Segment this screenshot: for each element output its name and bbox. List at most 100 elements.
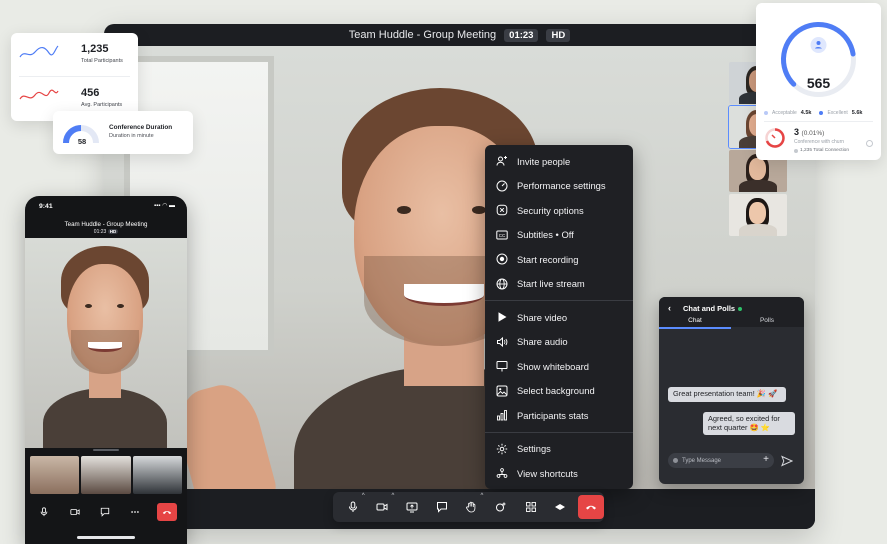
- chat-message: Agreed, so excited for next quarter 🤩 ⭐: [703, 412, 795, 436]
- gauge-icon: [496, 180, 508, 192]
- menu-item-view-shortcuts[interactable]: View shortcuts: [485, 461, 633, 486]
- add-attachment-icon[interactable]: +: [763, 454, 769, 465]
- microphone-button[interactable]: ^: [338, 493, 368, 519]
- menu-item-select-background[interactable]: Select background: [485, 379, 633, 404]
- camera-button[interactable]: ^: [368, 493, 398, 519]
- phone-chat-button[interactable]: [96, 503, 114, 521]
- menu-item-label: Share video: [517, 311, 568, 323]
- cc-icon: CC: [496, 229, 508, 241]
- chat-message-input[interactable]: Type Message +: [668, 453, 774, 468]
- duration-value: 58: [77, 137, 87, 146]
- churn-gauge: [765, 128, 785, 148]
- acceptable-label: Acceptable: [772, 110, 797, 116]
- raise-hand-button[interactable]: ^: [457, 493, 487, 519]
- end-call-button[interactable]: [578, 495, 604, 519]
- participant-thumbnail[interactable]: [729, 194, 787, 236]
- menu-item-label: Participants stats: [517, 409, 589, 421]
- chat-header: ‹ Chat and Polls Chat Polls: [659, 297, 804, 329]
- meeting-controls: ^ ^ ^: [333, 492, 604, 522]
- drag-handle[interactable]: [93, 449, 119, 451]
- chevron-up-icon[interactable]: ^: [480, 493, 483, 499]
- share-screen-button[interactable]: [397, 495, 427, 519]
- menu-item-show-whiteboard[interactable]: Show whiteboard: [485, 354, 633, 379]
- chat-button[interactable]: [427, 495, 457, 519]
- video-camera-icon: [69, 509, 80, 515]
- chevron-up-icon[interactable]: ^: [391, 493, 394, 499]
- chat-bubble-icon: [100, 507, 110, 517]
- menu-item-share-audio[interactable]: Share audio: [485, 330, 633, 355]
- speaker-icon: [496, 336, 508, 348]
- menu-item-performance-settings[interactable]: Performance settings: [485, 174, 633, 199]
- tab-polls[interactable]: Polls: [731, 317, 803, 324]
- phone-main-speaker: [43, 238, 167, 448]
- phone-participant-thumbnails: [30, 456, 182, 494]
- chevron-up-icon[interactable]: ^: [362, 493, 365, 499]
- menu-item-settings[interactable]: Settings: [485, 437, 633, 462]
- ring-legend: Acceptable 4.5k Excellent 5.6k: [764, 110, 862, 116]
- video-camera-icon: [376, 503, 388, 511]
- avg-participants-label: Avg. Participants: [81, 102, 123, 108]
- menu-item-start-recording[interactable]: Start recording: [485, 247, 633, 272]
- legend-dot: [764, 111, 768, 115]
- more-options-button[interactable]: [546, 495, 576, 519]
- menu-item-participants-stats[interactable]: Participants stats: [485, 403, 633, 428]
- meeting-title-bar: Team Huddle - Group Meeting 01:23 HD: [104, 24, 815, 46]
- svg-text:CC: CC: [499, 233, 506, 238]
- phone-microphone-button[interactable]: [35, 503, 53, 521]
- total-connection-label: 1,235 Total Connection: [800, 148, 849, 153]
- chat-input-placeholder: Type Message: [682, 457, 722, 464]
- phone-end-call-button[interactable]: [156, 503, 177, 521]
- phone-camera-button[interactable]: [66, 503, 84, 521]
- back-arrow-icon[interactable]: ‹: [668, 303, 671, 313]
- microphone-icon: [348, 501, 357, 512]
- menu-item-subtitles[interactable]: CC Subtitles • Off: [485, 223, 633, 248]
- participant-thumbnail[interactable]: [81, 456, 131, 494]
- menu-divider: [485, 300, 633, 301]
- image-icon: [496, 385, 508, 397]
- duration-title: Conference Duration: [109, 124, 173, 131]
- excellent-value: 5.6k: [851, 110, 863, 116]
- record-icon: [496, 253, 508, 265]
- chat-message: Great presentation team! 🎉 🚀: [668, 387, 786, 402]
- menu-item-label: Performance settings: [517, 180, 606, 192]
- tab-chat[interactable]: Chat: [659, 317, 731, 329]
- menu-item-label: Start live stream: [517, 278, 585, 290]
- meeting-title: Team Huddle - Group Meeting: [348, 29, 497, 41]
- phone-more-button[interactable]: [126, 503, 144, 521]
- menu-item-share-video[interactable]: Share video: [485, 305, 633, 330]
- emoji-icon[interactable]: [673, 458, 678, 463]
- hd-badge: HD: [546, 28, 571, 42]
- divider: [19, 76, 130, 77]
- grid-icon: [525, 502, 536, 512]
- share-screen-icon: [406, 502, 418, 513]
- menu-item-label: Show whiteboard: [517, 360, 589, 372]
- total-participants-label: Total Participants: [81, 58, 123, 64]
- total-participants-value: 1,235: [81, 43, 109, 55]
- avg-participants-value: 456: [81, 87, 100, 99]
- ellipsis-icon: [131, 511, 140, 513]
- microphone-icon: [40, 507, 48, 517]
- chat-bubble-icon: [436, 502, 447, 513]
- apps-grid-button[interactable]: [516, 495, 546, 519]
- hang-up-icon: [586, 505, 597, 510]
- chat-title: Chat and Polls: [683, 304, 736, 313]
- shield-x-icon: [496, 204, 508, 216]
- play-icon: [496, 311, 508, 323]
- hang-up-icon: [162, 510, 171, 515]
- phone-main-video[interactable]: [25, 238, 187, 448]
- select-radio[interactable]: [866, 140, 873, 147]
- reactions-button[interactable]: [486, 495, 516, 519]
- divider: [764, 121, 873, 122]
- participant-thumbnail[interactable]: [30, 456, 80, 494]
- menu-item-label: Share audio: [517, 336, 568, 348]
- send-icon[interactable]: [781, 455, 793, 467]
- blue-sparkline: [19, 45, 59, 58]
- menu-item-start-live-stream[interactable]: Start live stream: [485, 272, 633, 297]
- status-time: 9:41: [39, 203, 53, 210]
- menu-item-invite-people[interactable]: Invite people: [485, 149, 633, 174]
- menu-item-security-options[interactable]: Security options: [485, 198, 633, 223]
- churn-count: 3 (0.01%): [794, 127, 824, 137]
- more-options-menu: Invite people Performance settings Secur…: [485, 145, 633, 489]
- bar-chart-icon: [496, 409, 508, 421]
- participant-thumbnail[interactable]: [132, 456, 182, 494]
